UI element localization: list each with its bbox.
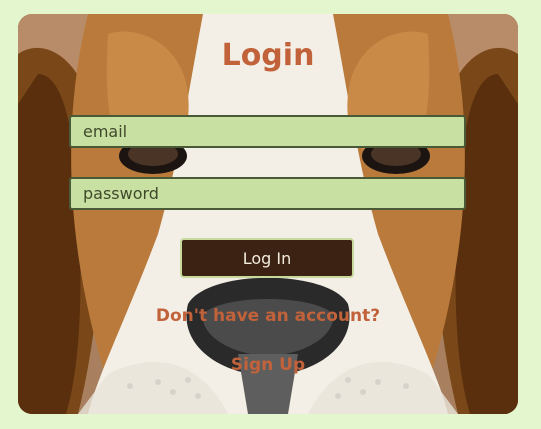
login-card: Login Log In Don't have an account? Sign… (18, 14, 518, 414)
sign-up-link[interactable]: Sign Up (231, 355, 305, 375)
beagle-face-illustration (18, 14, 518, 414)
page-title: Login (221, 38, 315, 73)
email-field[interactable] (69, 115, 466, 148)
signup-prompt-text: Don't have an account? (155, 306, 381, 326)
signup-link-container: Sign Up (18, 355, 518, 375)
password-field[interactable] (69, 177, 466, 210)
log-in-button[interactable]: Log In (180, 238, 354, 278)
